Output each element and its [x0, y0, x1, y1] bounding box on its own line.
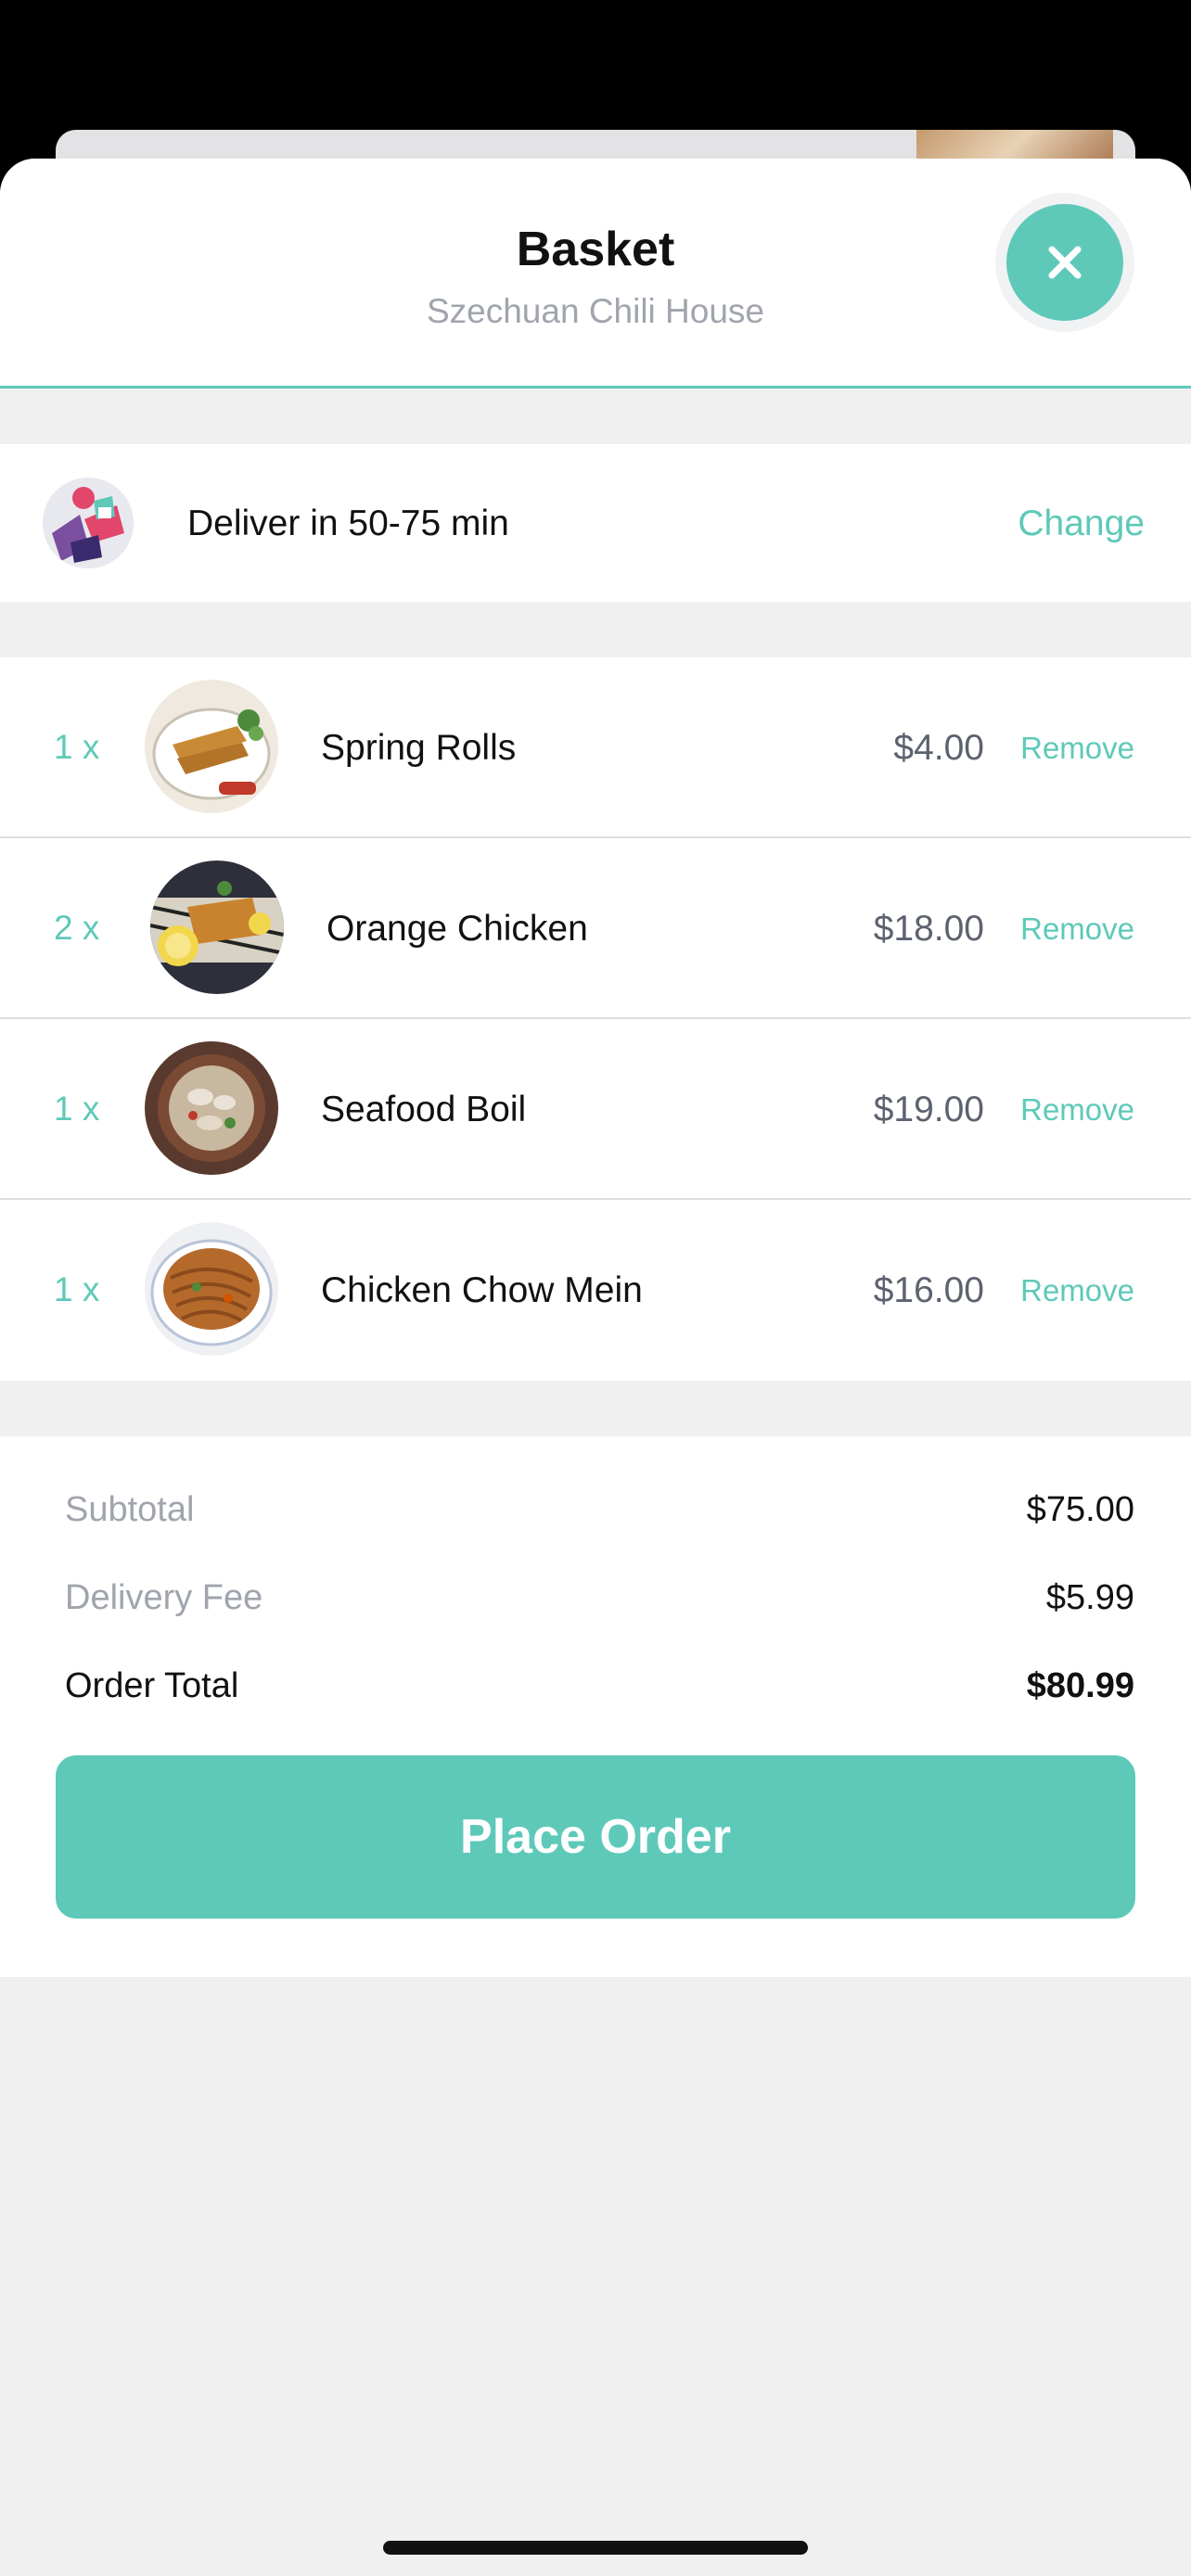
order-total-row: Order Total $80.99: [65, 1666, 1134, 1706]
item-name: Seafood Boil: [321, 1090, 527, 1129]
close-button-ring: [995, 193, 1134, 332]
close-button[interactable]: [1006, 204, 1123, 321]
item-price: $4.00: [893, 728, 984, 768]
section-gap: [0, 1381, 1191, 1436]
delivery-fee-value: $5.99: [1045, 1578, 1134, 1617]
subtotal-row: Subtotal $75.00: [65, 1490, 1134, 1530]
item-name: Chicken Chow Mein: [321, 1270, 643, 1310]
item-name: Orange Chicken: [327, 909, 588, 949]
delivery-time: Deliver in 50-75 min: [187, 504, 509, 543]
delivery-rider-icon: [43, 478, 134, 568]
subtotal-value: $75.00: [1026, 1490, 1134, 1529]
list-item: 1 x Spring Rolls $4.00 Remove: [0, 657, 1191, 838]
delivery-row: Deliver in 50-75 min Change: [0, 444, 1191, 602]
basket-sheet: Basket Szechuan Chili House Deliver in 5…: [0, 159, 1191, 2576]
delivery-fee-label: Delivery Fee: [65, 1578, 263, 1617]
list-item: 2 x Orange Chicken $18.00 Remove: [0, 838, 1191, 1019]
basket-items: 1 x Spring Rolls $4.00 Remove 2 x Orange…: [0, 657, 1191, 1381]
place-order-button[interactable]: Place Order: [56, 1755, 1135, 1919]
item-name: Spring Rolls: [321, 728, 517, 768]
item-price: $16.00: [873, 1270, 984, 1310]
item-quantity: 1 x: [54, 728, 100, 766]
remove-item-button[interactable]: Remove: [1020, 731, 1134, 766]
item-quantity: 1 x: [54, 1090, 100, 1128]
close-icon: [1048, 246, 1082, 279]
delivery-fee-row: Delivery Fee $5.99: [65, 1578, 1134, 1618]
item-photo-orange-chicken: [150, 861, 284, 994]
order-total-label: Order Total: [65, 1666, 239, 1705]
item-photo-chicken-chow-mein: [145, 1222, 278, 1356]
basket-header: Basket Szechuan Chili House: [0, 159, 1191, 389]
item-quantity: 1 x: [54, 1270, 100, 1308]
section-gap: [0, 389, 1191, 444]
remove-item-button[interactable]: Remove: [1020, 912, 1134, 947]
screen: Basket Szechuan Chili House Deliver in 5…: [0, 0, 1191, 2576]
list-item: 1 x Seafood Boil $19.00 Remove: [0, 1019, 1191, 1200]
item-quantity: 2 x: [54, 909, 100, 947]
remove-item-button[interactable]: Remove: [1020, 1273, 1134, 1308]
item-price: $19.00: [873, 1090, 984, 1129]
list-item: 1 x Chicken Chow Mein $16.00 Remove: [0, 1200, 1191, 1381]
home-indicator[interactable]: [383, 2541, 808, 2555]
item-photo-seafood-boil: [145, 1041, 278, 1175]
subtotal-label: Subtotal: [65, 1490, 195, 1529]
order-total-value: $80.99: [1026, 1666, 1134, 1705]
change-delivery-button[interactable]: Change: [1018, 504, 1145, 544]
remove-item-button[interactable]: Remove: [1020, 1092, 1134, 1128]
order-summary: Subtotal $75.00 Delivery Fee $5.99 Order…: [0, 1436, 1191, 1977]
item-photo-spring-rolls: [145, 680, 278, 813]
section-gap: [0, 602, 1191, 657]
item-price: $18.00: [873, 909, 984, 949]
